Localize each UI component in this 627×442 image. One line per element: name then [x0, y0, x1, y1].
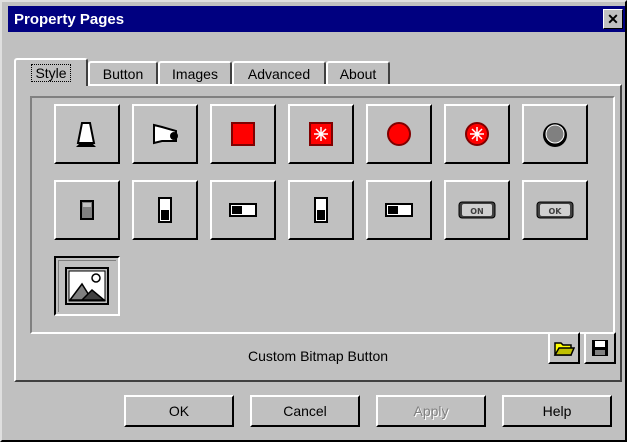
style-red-square-button[interactable]	[210, 104, 276, 164]
style-red-burst-circle-button[interactable]	[444, 104, 510, 164]
cancel-button[interactable]: Cancel	[250, 395, 360, 427]
tab-advanced[interactable]: Advanced	[232, 61, 326, 85]
knob-icon	[543, 123, 567, 147]
horizontal-switch-right-icon	[385, 203, 413, 217]
style-vertical-switch-up-button[interactable]	[132, 180, 198, 240]
picture-icon	[65, 267, 109, 305]
on-button-icon: ON	[458, 201, 496, 219]
style-trash-button[interactable]	[54, 180, 120, 240]
ok-button[interactable]: OK	[124, 395, 234, 427]
on-button-text: ON	[470, 207, 484, 216]
tab-advanced-label: Advanced	[247, 66, 311, 82]
help-button[interactable]: Help	[502, 395, 612, 427]
tab-images[interactable]: Images	[158, 61, 232, 85]
vertical-switch-up-icon	[158, 197, 172, 223]
trash-bin-icon	[80, 200, 94, 220]
style-picture-button[interactable]	[54, 256, 120, 316]
red-burst-circle-icon	[465, 122, 489, 146]
tab-button-label: Button	[102, 66, 144, 82]
save-disk-icon	[592, 340, 608, 356]
style-bell-button[interactable]	[54, 104, 120, 164]
apply-button-label: Apply	[413, 403, 449, 419]
style-ok-button[interactable]: OK	[522, 180, 588, 240]
window-title: Property Pages	[14, 10, 125, 28]
title-bar[interactable]: Property Pages ✕	[8, 6, 625, 32]
ok-button-label: OK	[168, 403, 190, 419]
style-horizontal-switch-left-button[interactable]	[210, 180, 276, 240]
horizontal-switch-left-icon	[229, 203, 257, 217]
tab-about[interactable]: About	[326, 61, 390, 85]
tab-style-label: Style	[31, 64, 71, 82]
style-panel: ON OK Custom Bitmap Button	[14, 84, 622, 382]
red-square-icon	[231, 122, 255, 146]
style-grid: ON OK	[30, 96, 615, 334]
apply-button[interactable]: Apply	[376, 395, 486, 427]
tab-style[interactable]: Style	[14, 58, 88, 86]
close-icon: ✕	[607, 10, 619, 27]
close-button[interactable]: ✕	[603, 9, 623, 29]
style-speaker-button[interactable]	[132, 104, 198, 164]
style-on-button[interactable]: ON	[444, 180, 510, 240]
tab-images-label: Images	[172, 66, 218, 82]
style-vertical-switch-down-button[interactable]	[288, 180, 354, 240]
style-red-burst-square-button[interactable]	[288, 104, 354, 164]
help-button-label: Help	[542, 403, 572, 419]
style-horizontal-switch-right-button[interactable]	[366, 180, 432, 240]
cancel-button-label: Cancel	[283, 403, 327, 419]
vertical-switch-down-icon	[314, 197, 328, 223]
bell-icon	[76, 122, 96, 147]
save-button[interactable]	[584, 332, 616, 364]
style-label: Custom Bitmap Button	[247, 348, 389, 364]
open-button[interactable]	[548, 332, 580, 364]
red-circle-icon	[387, 122, 411, 146]
tab-about-label: About	[339, 66, 377, 82]
ok-button-icon: OK	[536, 201, 574, 219]
ok-button-text: OK	[549, 207, 563, 216]
style-red-circle-button[interactable]	[366, 104, 432, 164]
open-folder-icon	[553, 342, 575, 356]
style-knob-button[interactable]	[522, 104, 588, 164]
speaker-icon	[153, 123, 178, 145]
tab-button[interactable]: Button	[88, 61, 158, 85]
red-burst-square-icon	[309, 122, 333, 146]
